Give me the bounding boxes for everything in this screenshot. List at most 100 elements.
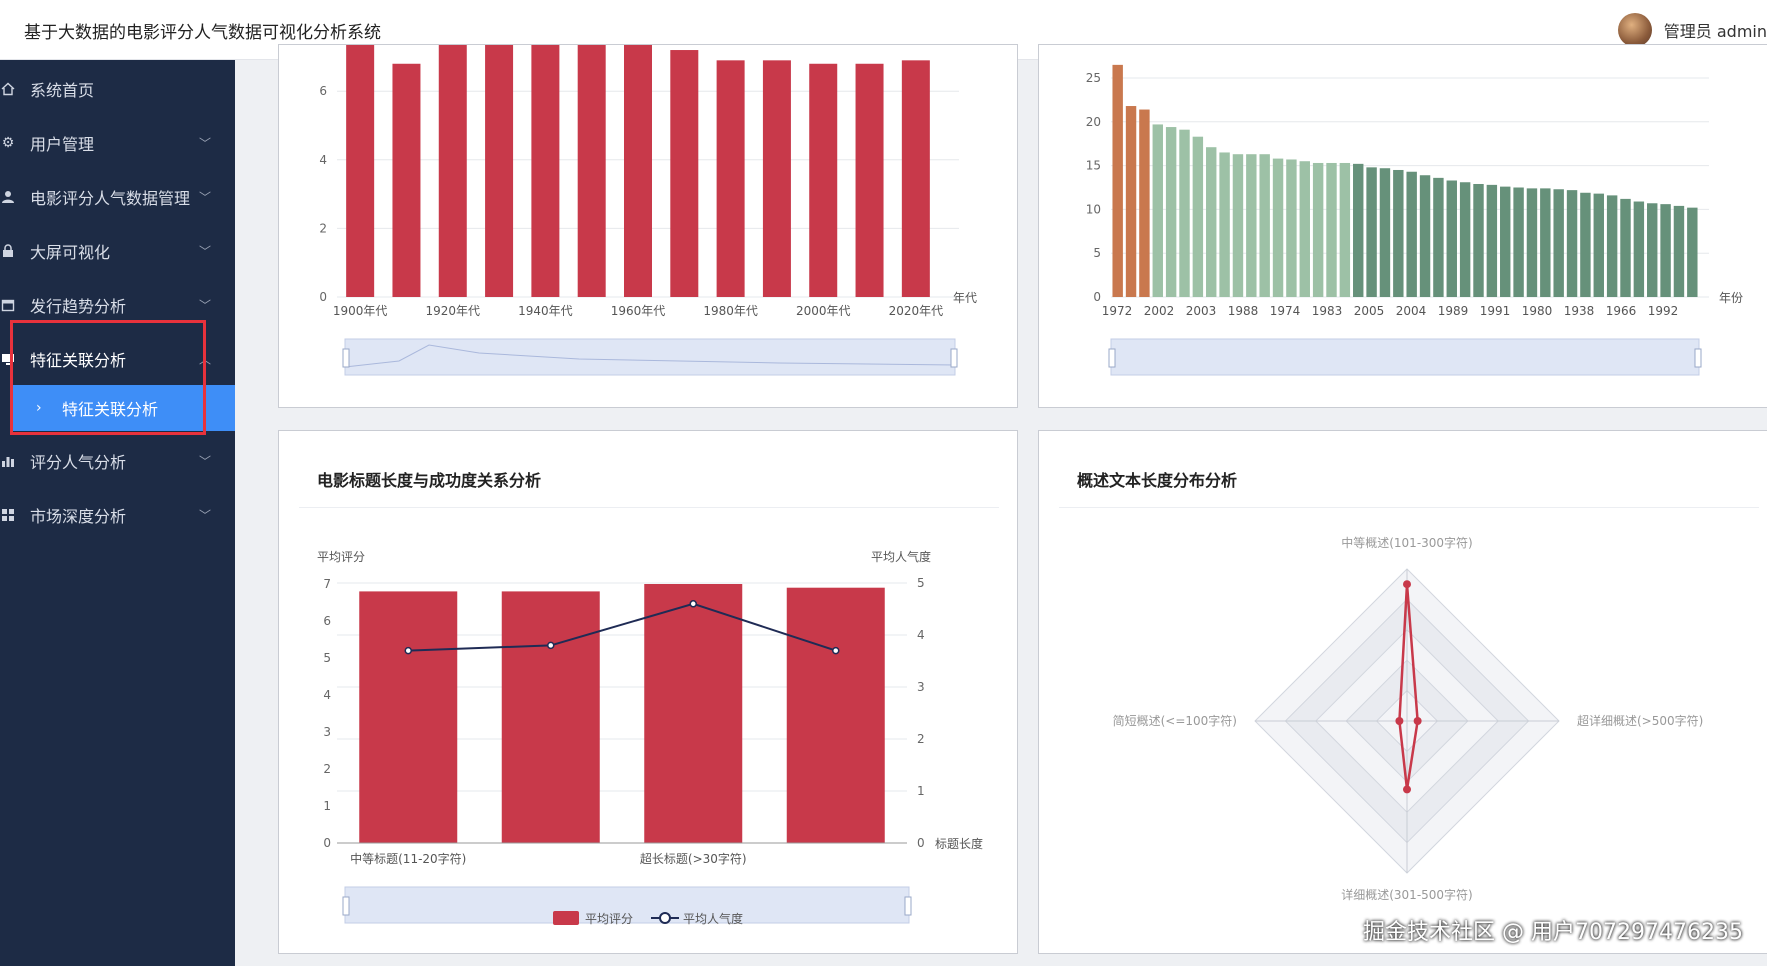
bar (1125, 106, 1137, 297)
chevron-down-icon: ﹀ (198, 244, 211, 259)
sidebar-item-market-depth[interactable]: 市场深度分析 ﹀ (0, 488, 235, 542)
bar (1513, 187, 1524, 297)
sidebar-item-release-trend[interactable]: 发行趋势分析 ﹀ (0, 278, 235, 332)
sidebar-item-movie-data[interactable]: 电影评分人气数据管理 ﹀ (0, 170, 235, 224)
chevron-down-icon: ﹀ (198, 298, 211, 313)
text-length-radar-chart: 中等概述(101-300字符) 超详细概述(>500字符) 详细概述(301-500… (1113, 535, 1704, 902)
bar (1259, 154, 1270, 297)
x-axis-label: 年份 (1719, 291, 1743, 305)
y-tick-label: 15 (1086, 159, 1101, 173)
sidebar-item-label: 用户管理 (30, 135, 95, 154)
y-tick-label: 4 (323, 688, 331, 702)
monitor-icon (0, 351, 16, 367)
radar-point (1395, 717, 1404, 725)
x-tick-label: 1988 (1228, 304, 1259, 318)
panel-year-chart: 0 5 10 15 20 25 1972 2002 2003 1988 1974 1983 2005 20… (1038, 44, 1767, 408)
sidebar-item-label: 系统首页 (30, 81, 95, 100)
y-tick-label-right: 3 (917, 680, 925, 694)
y-tick-label: 5 (1093, 246, 1101, 260)
sidebar-item-user-management[interactable]: ⚙ 用户管理 ﹀ (0, 116, 235, 170)
bar (1326, 162, 1337, 297)
y-tick-label-right: 2 (917, 732, 925, 746)
sidebar-item-label: 市场深度分析 (30, 507, 127, 526)
sidebar-item-feature-correlation[interactable]: 特征关联分析 ︿ (0, 332, 235, 386)
y-tick-label: 2 (319, 221, 327, 235)
y-tick-label: 1 (323, 799, 331, 813)
legend-label: 平均人气度 (683, 911, 743, 926)
bar (644, 584, 743, 843)
decade-rating-chart: 0 2 4 6 1900年代 1920年代 1940年代 1960年代 1980年代 2000年代… (319, 39, 977, 376)
bar-chart-icon (0, 453, 16, 469)
bar (1540, 188, 1551, 297)
radar-indicator-label: 中等概述(101-300字符) (1341, 535, 1473, 550)
bar (901, 60, 930, 297)
sidebar-item-label: 发行趋势分析 (30, 297, 127, 316)
bar (1620, 198, 1631, 297)
data-zoom-handle-right (950, 348, 958, 368)
sidebar-item-big-screen[interactable]: 大屏可视化 ﹀ (0, 224, 235, 278)
gear-icon: ⚙ (1, 135, 15, 151)
data-zoom-handle-left (342, 348, 350, 368)
x-tick-label: 1920年代 (425, 304, 480, 318)
credit-watermark: 掘金技术社区 @ 用户707297476235 (1363, 920, 1743, 945)
x-tick-label: 1980 (1522, 304, 1553, 318)
radar-point (1403, 580, 1411, 589)
x-tick-label: 1974 (1270, 304, 1301, 318)
avatar[interactable] (1617, 13, 1652, 47)
data-zoom-slider (344, 338, 956, 376)
panel-text-length: 概述文本长度分布分析 中等概述(101-300字符) 超详细概述(>500字符) 详… (1038, 430, 1767, 954)
x-tick-label: 2004 (1396, 304, 1427, 318)
x-tick-label: 2000年代 (796, 304, 851, 318)
bar (1473, 183, 1484, 297)
sidebar-item-label: 大屏可视化 (30, 243, 111, 262)
line-point (547, 641, 555, 650)
y-tick-label: 2 (323, 762, 331, 776)
radar-indicator-label: 详细概述(301-500字符) (1341, 887, 1473, 902)
chevron-down-icon: ﹀ (198, 454, 211, 469)
sidebar-item-label: 电影评分人气数据管理 (30, 189, 191, 208)
y-tick-label: 20 (1086, 115, 1101, 129)
y-tick-label-right: 0 (917, 836, 925, 850)
x-axis-label: 标题长度 (935, 836, 983, 851)
bar (716, 60, 745, 297)
x-tick-label: 1900年代 (333, 304, 388, 318)
x-tick-label: 1983 (1312, 304, 1343, 318)
sidebar: 系统首页 ⚙ 用户管理 ﹀ 电影评分人气数据管理 ﹀ 大屏可视化 ﹀ 发行趋势分… (0, 60, 235, 966)
x-tick-label: 2003 (1186, 304, 1217, 318)
submenu-item-feature-correlation[interactable]: › 特征关联分析 (12, 385, 235, 431)
y-tick-label: 10 (1086, 202, 1101, 216)
y-tick-label: 5 (323, 651, 331, 665)
x-tick-label: 2005 (1354, 304, 1385, 318)
bar (1419, 175, 1431, 297)
x-tick-label: 1966 (1606, 304, 1637, 318)
data-zoom-handle-left (1108, 348, 1116, 368)
home-icon (0, 81, 16, 97)
sidebar-item-home[interactable]: 系统首页 (0, 62, 235, 116)
lock-icon (0, 243, 16, 259)
username[interactable]: 管理员 admin (1664, 18, 1767, 42)
y-axis-left-label: 平均评分 (317, 550, 365, 564)
bar (1139, 109, 1150, 297)
x-tick-label: 1938 (1564, 304, 1595, 318)
chevron-up-icon: ︿ (198, 352, 211, 367)
bar (624, 43, 652, 298)
y-tick-label: 0 (319, 290, 327, 304)
x-tick-label: 中等标题(11-20字符) (350, 851, 466, 866)
sidebar-item-rating-popularity[interactable]: 评分人气分析 ﹀ (0, 434, 235, 488)
panel-decade-chart: 0 2 4 6 1900年代 1920年代 1940年代 1960年代 1980年代 2000年代… (278, 39, 1018, 408)
data-zoom-handle-right (904, 896, 912, 916)
y-axis-right-label: 平均人气度 (871, 549, 931, 564)
bar (531, 43, 560, 298)
grid-icon (0, 507, 16, 523)
data-zoom-handle-right (1694, 348, 1702, 368)
calendar-icon (0, 297, 16, 313)
bar (1272, 158, 1284, 297)
year-chart: 0 5 10 15 20 25 1972 2002 2003 1988 1974 1983 2005 20… (1086, 64, 1743, 376)
bar (1192, 136, 1204, 297)
y-tick-label: 3 (323, 725, 331, 739)
x-tick-label: 2020年代 (889, 304, 944, 318)
bar (1606, 195, 1618, 297)
chevron-down-icon: ﹀ (198, 136, 211, 151)
x-axis-label: 年代 (953, 291, 977, 305)
bar (1406, 171, 1417, 297)
